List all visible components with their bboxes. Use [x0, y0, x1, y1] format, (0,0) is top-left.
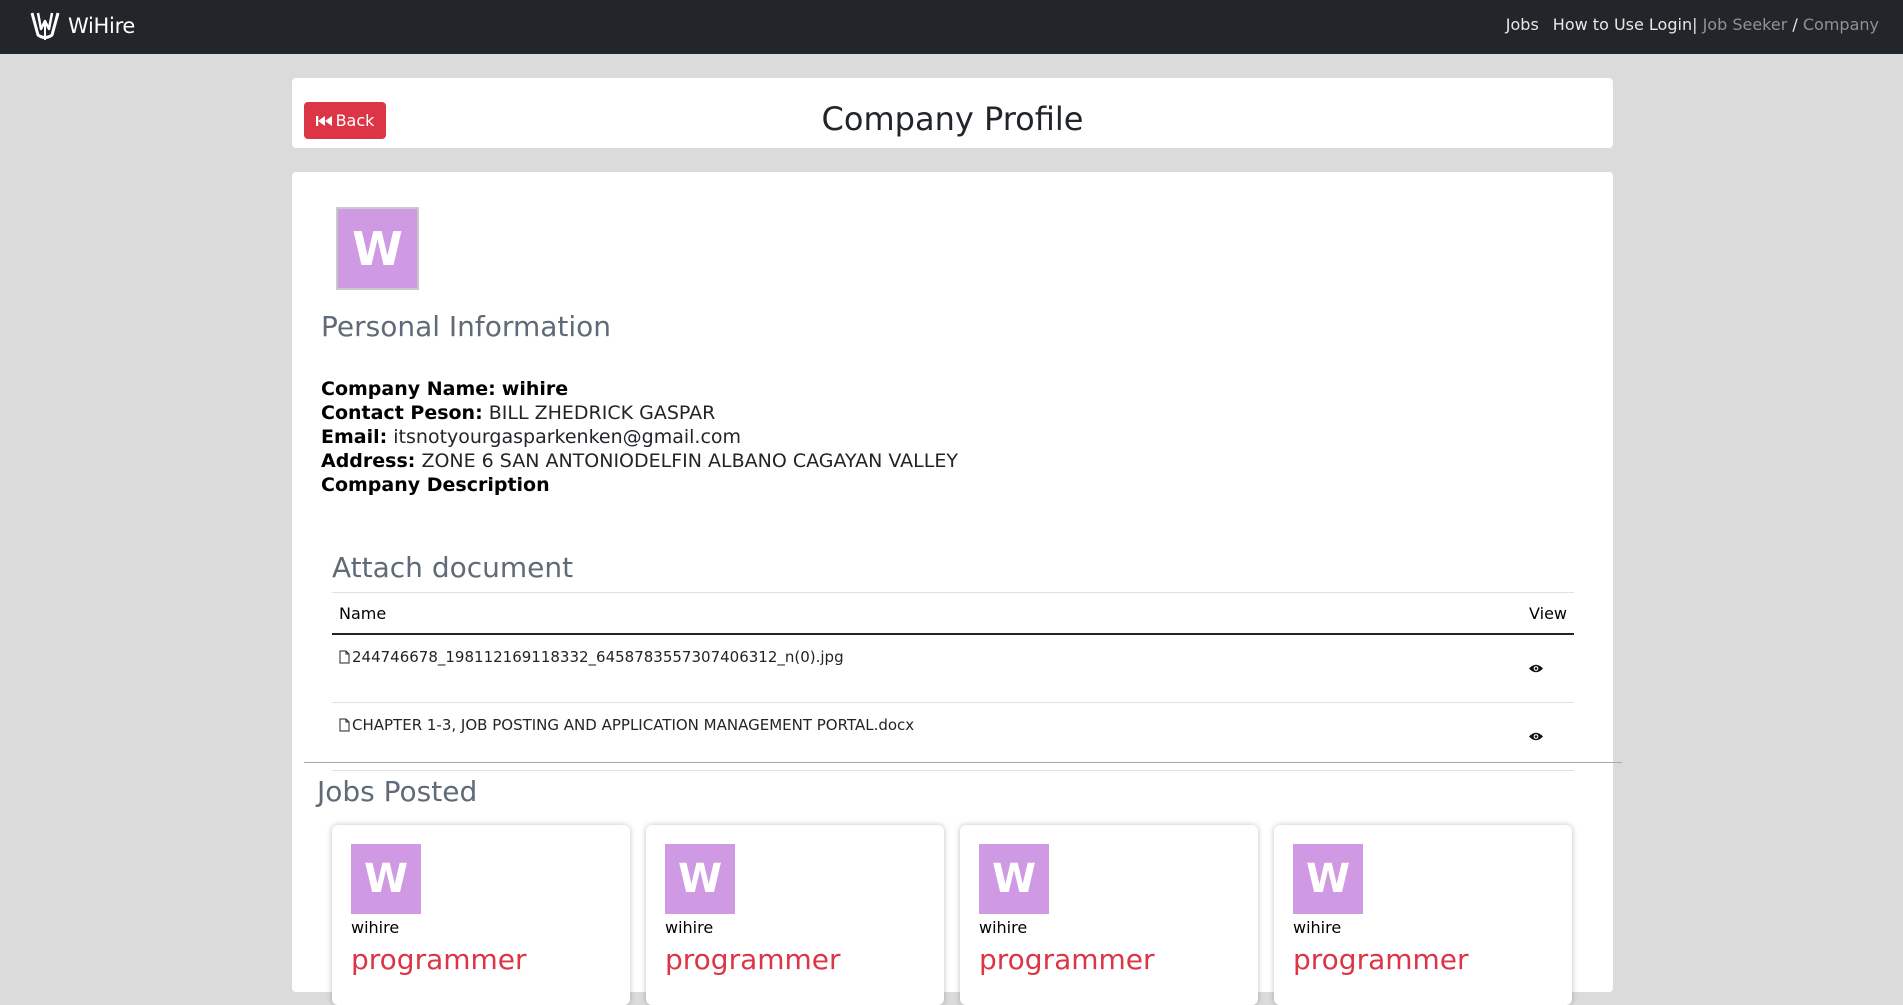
- job-avatar-letter: W: [677, 856, 723, 902]
- job-company-name: wihire: [979, 918, 1028, 937]
- document-name-cell: 244746678_198112169118332_64587835573074…: [332, 634, 1500, 703]
- wihire-logo-icon: [30, 12, 60, 40]
- address-value: ZONE 6 SAN ANTONIODELFIN ALBANO CAGAYAN …: [421, 450, 958, 472]
- job-card[interactable]: W wihire programmer: [1274, 825, 1572, 1005]
- job-title[interactable]: programmer: [665, 943, 841, 976]
- job-avatar-letter: W: [991, 856, 1037, 902]
- brand[interactable]: WiHire: [28, 9, 135, 43]
- file-icon: [339, 718, 350, 732]
- company-name-row: Company Name: wihire: [321, 377, 958, 401]
- personal-information-heading: Personal Information: [321, 310, 612, 343]
- nav-login-link[interactable]: Login|: [1649, 15, 1698, 34]
- nav-job-seeker-link[interactable]: Job Seeker: [1703, 15, 1788, 34]
- company-name-value: wihire: [501, 378, 569, 400]
- document-name: CHAPTER 1-3, JOB POSTING AND APPLICATION…: [352, 716, 915, 734]
- contact-person-row: Contact Peson: BILL ZHEDRICK GASPAR: [321, 401, 958, 425]
- document-name: 244746678_198112169118332_64587835573074…: [352, 648, 844, 666]
- profile-card: W Personal Information Company Name: wih…: [292, 172, 1622, 1005]
- job-company-avatar: W: [665, 844, 735, 914]
- nav-jobs-link[interactable]: Jobs: [1506, 15, 1539, 34]
- job-title[interactable]: programmer: [979, 943, 1155, 976]
- job-company-avatar: W: [351, 844, 421, 914]
- nav-links: Jobs How to Use Login| Job Seeker / Compa…: [1506, 15, 1879, 34]
- company-name-label: Company Name:: [321, 378, 496, 400]
- document-name-cell: CHAPTER 1-3, JOB POSTING AND APPLICATION…: [332, 702, 1500, 771]
- document-view-cell: [1500, 702, 1574, 771]
- job-company-avatar: W: [979, 844, 1049, 914]
- attach-document-heading: Attach document: [332, 551, 574, 584]
- section-divider: [304, 762, 1622, 763]
- document-view-cell: [1500, 634, 1574, 703]
- documents-table: Name View 244746678_198112169118332_6458…: [332, 592, 1574, 771]
- job-company-name: wihire: [665, 918, 714, 937]
- page-title: Company Profile: [821, 100, 1084, 138]
- name-column-header: Name: [332, 592, 1500, 635]
- view-eye-icon[interactable]: [1528, 731, 1544, 742]
- file-icon: [339, 650, 350, 664]
- address-row: Address: ZONE 6 SAN ANTONIODELFIN ALBANO…: [321, 449, 958, 473]
- email-label: Email:: [321, 426, 388, 448]
- job-company-avatar: W: [1293, 844, 1363, 914]
- company-info: Company Name: wihire Contact Peson: BILL…: [321, 377, 958, 497]
- nav-separator: /: [1792, 15, 1798, 34]
- header-card: Back Company Profile: [292, 78, 1613, 148]
- nav-company-link[interactable]: Company: [1803, 15, 1879, 34]
- job-avatar-letter: W: [1305, 856, 1351, 902]
- job-card[interactable]: W wihire programmer: [646, 825, 944, 1005]
- address-label: Address:: [321, 450, 416, 472]
- company-avatar-letter: W: [352, 221, 403, 276]
- company-description-row: Company Description: [321, 473, 958, 497]
- job-company-name: wihire: [351, 918, 400, 937]
- email-row: Email: itsnotyourgasparkenken@gmail.com: [321, 425, 958, 449]
- documents-header-row: Name View: [332, 592, 1574, 635]
- top-navbar: WiHire Jobs How to Use Login| Job Seeker …: [0, 0, 1903, 54]
- job-card[interactable]: W wihire programmer: [332, 825, 630, 1005]
- contact-person-label: Contact Peson:: [321, 402, 483, 424]
- email-value: itsnotyourgasparkenken@gmail.com: [393, 426, 742, 448]
- document-row: CHAPTER 1-3, JOB POSTING AND APPLICATION…: [332, 702, 1574, 771]
- jobs-posted-heading: Jobs Posted: [317, 775, 478, 808]
- view-column-header: View: [1500, 592, 1574, 635]
- job-company-name: wihire: [1293, 918, 1342, 937]
- document-row: 244746678_198112169118332_64587835573074…: [332, 634, 1574, 703]
- job-title[interactable]: programmer: [1293, 943, 1469, 976]
- nav-how-to-use-link[interactable]: How to Use: [1553, 15, 1644, 34]
- job-card[interactable]: W wihire programmer: [960, 825, 1258, 1005]
- view-eye-icon[interactable]: [1528, 663, 1544, 674]
- job-avatar-letter: W: [363, 856, 409, 902]
- job-title[interactable]: programmer: [351, 943, 527, 976]
- company-avatar: W: [336, 207, 419, 290]
- company-description-label: Company Description: [321, 474, 550, 496]
- contact-person-value: BILL ZHEDRICK GASPAR: [488, 402, 716, 424]
- brand-name: WiHire: [68, 14, 136, 38]
